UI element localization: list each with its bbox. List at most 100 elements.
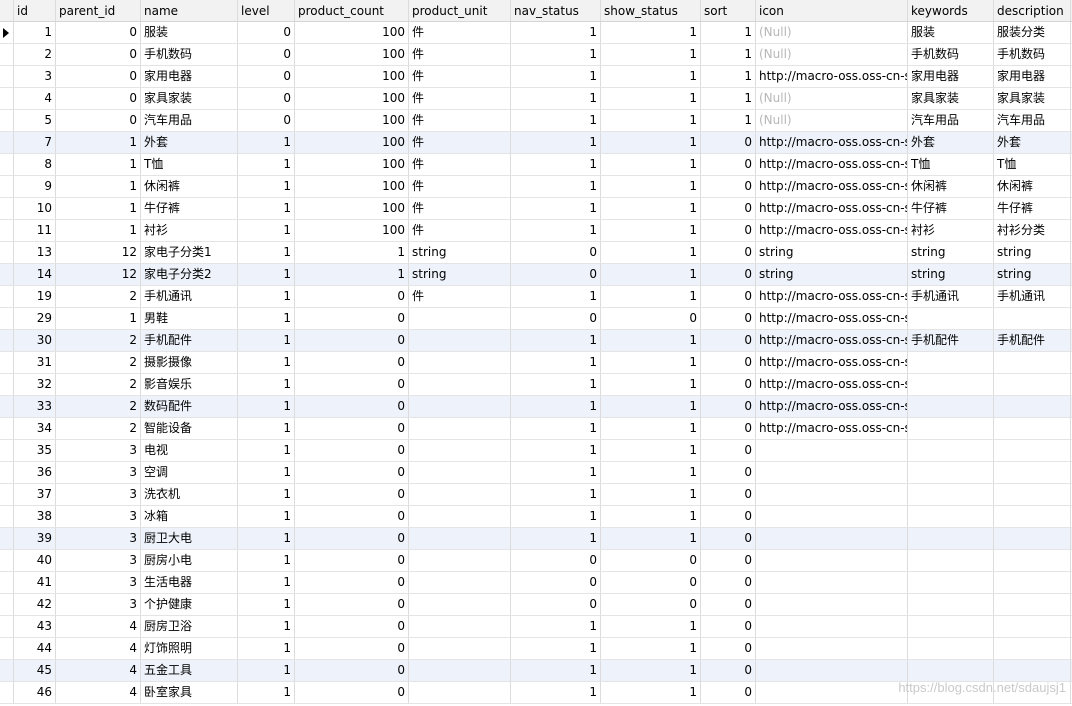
cell-id[interactable]: 44 xyxy=(14,638,56,659)
column-header-sort[interactable]: sort xyxy=(701,0,756,21)
cell-show-status[interactable]: 1 xyxy=(601,132,701,153)
row-indicator[interactable] xyxy=(0,616,14,637)
cell-product-unit[interactable]: 件 xyxy=(409,154,511,175)
cell-parent-id[interactable]: 3 xyxy=(56,550,141,571)
table-row[interactable]: 9 1 休闲裤 1 100 件 1 1 0 http://macro-oss.oss-cn-s 休闲… xyxy=(0,176,1072,198)
cell-description[interactable] xyxy=(994,396,1071,417)
cell-product-unit[interactable] xyxy=(409,660,511,681)
cell-name[interactable]: 休闲裤 xyxy=(141,176,238,197)
cell-id[interactable]: 34 xyxy=(14,418,56,439)
cell-keywords[interactable] xyxy=(908,660,994,681)
cell-name[interactable]: 外套 xyxy=(141,132,238,153)
cell-icon[interactable] xyxy=(756,440,908,461)
cell-level[interactable]: 1 xyxy=(238,198,295,219)
cell-name[interactable]: 衬衫 xyxy=(141,220,238,241)
cell-id[interactable]: 45 xyxy=(14,660,56,681)
row-indicator[interactable] xyxy=(0,462,14,483)
column-header-keywords[interactable]: keywords xyxy=(908,0,994,21)
cell-product-count[interactable]: 0 xyxy=(295,550,409,571)
cell-nav-status[interactable]: 1 xyxy=(511,198,601,219)
row-indicator[interactable] xyxy=(0,22,14,43)
cell-id[interactable]: 5 xyxy=(14,110,56,131)
table-row[interactable]: 19 2 手机通讯 1 0 件 1 1 0 http://macro-oss.oss-cn-s 手机… xyxy=(0,286,1072,308)
cell-show-status[interactable]: 1 xyxy=(601,352,701,373)
column-header-product-count[interactable]: product_count xyxy=(295,0,409,21)
table-row[interactable]: 35 3 电视 1 0 1 1 0 xyxy=(0,440,1072,462)
cell-sort[interactable]: 0 xyxy=(701,484,756,505)
cell-level[interactable]: 1 xyxy=(238,308,295,329)
cell-nav-status[interactable]: 1 xyxy=(511,66,601,87)
cell-sort[interactable]: 0 xyxy=(701,330,756,351)
column-header-nav-status[interactable]: nav_status xyxy=(511,0,601,21)
cell-product-count[interactable]: 100 xyxy=(295,88,409,109)
column-header-icon[interactable]: icon xyxy=(756,0,908,21)
cell-id[interactable]: 33 xyxy=(14,396,56,417)
cell-product-count[interactable]: 1 xyxy=(295,264,409,285)
cell-icon[interactable] xyxy=(756,638,908,659)
column-header-name[interactable]: name xyxy=(141,0,238,21)
cell-parent-id[interactable]: 2 xyxy=(56,374,141,395)
cell-nav-status[interactable]: 1 xyxy=(511,154,601,175)
table-row[interactable]: 39 3 厨卫大电 1 0 1 1 0 xyxy=(0,528,1072,550)
cell-icon[interactable]: (Null) xyxy=(756,44,908,65)
row-indicator[interactable] xyxy=(0,440,14,461)
cell-nav-status[interactable]: 0 xyxy=(511,550,601,571)
cell-sort[interactable]: 0 xyxy=(701,506,756,527)
cell-icon[interactable]: http://macro-oss.oss-cn-s xyxy=(756,220,908,241)
cell-id[interactable]: 38 xyxy=(14,506,56,527)
cell-icon[interactable]: (Null) xyxy=(756,22,908,43)
cell-description[interactable]: 服装分类 xyxy=(994,22,1071,43)
cell-nav-status[interactable]: 1 xyxy=(511,484,601,505)
table-row[interactable]: 45 4 五金工具 1 0 1 1 0 xyxy=(0,660,1072,682)
cell-keywords[interactable]: 衬衫 xyxy=(908,220,994,241)
cell-nav-status[interactable]: 0 xyxy=(511,594,601,615)
cell-product-count[interactable]: 0 xyxy=(295,616,409,637)
cell-show-status[interactable]: 1 xyxy=(601,242,701,263)
cell-product-count[interactable]: 100 xyxy=(295,44,409,65)
cell-product-count[interactable]: 0 xyxy=(295,330,409,351)
cell-icon[interactable] xyxy=(756,616,908,637)
cell-name[interactable]: 男鞋 xyxy=(141,308,238,329)
cell-parent-id[interactable]: 12 xyxy=(56,242,141,263)
cell-id[interactable]: 2 xyxy=(14,44,56,65)
cell-parent-id[interactable]: 2 xyxy=(56,396,141,417)
cell-level[interactable]: 1 xyxy=(238,528,295,549)
cell-parent-id[interactable]: 3 xyxy=(56,572,141,593)
cell-product-count[interactable]: 0 xyxy=(295,528,409,549)
cell-description[interactable]: 手机通讯 xyxy=(994,286,1071,307)
cell-nav-status[interactable]: 1 xyxy=(511,352,601,373)
cell-nav-status[interactable]: 1 xyxy=(511,682,601,703)
cell-name[interactable]: 灯饰照明 xyxy=(141,638,238,659)
row-indicator[interactable] xyxy=(0,528,14,549)
cell-product-unit[interactable] xyxy=(409,682,511,703)
cell-parent-id[interactable]: 3 xyxy=(56,462,141,483)
cell-show-status[interactable]: 1 xyxy=(601,154,701,175)
cell-nav-status[interactable]: 0 xyxy=(511,572,601,593)
cell-id[interactable]: 4 xyxy=(14,88,56,109)
cell-description[interactable]: string xyxy=(994,242,1071,263)
cell-level[interactable]: 1 xyxy=(238,594,295,615)
cell-level[interactable]: 1 xyxy=(238,286,295,307)
cell-id[interactable]: 29 xyxy=(14,308,56,329)
cell-level[interactable]: 1 xyxy=(238,374,295,395)
cell-parent-id[interactable]: 2 xyxy=(56,352,141,373)
cell-nav-status[interactable]: 0 xyxy=(511,308,601,329)
cell-description[interactable]: string xyxy=(994,264,1071,285)
cell-name[interactable]: 手机配件 xyxy=(141,330,238,351)
cell-show-status[interactable]: 1 xyxy=(601,682,701,703)
table-row[interactable]: 43 4 厨房卫浴 1 0 1 1 0 xyxy=(0,616,1072,638)
cell-icon[interactable] xyxy=(756,594,908,615)
table-row[interactable]: 32 2 影音娱乐 1 0 1 1 0 http://macro-oss.oss-cn-s xyxy=(0,374,1072,396)
cell-product-unit[interactable]: 件 xyxy=(409,22,511,43)
cell-keywords[interactable] xyxy=(908,396,994,417)
row-indicator[interactable] xyxy=(0,682,14,703)
cell-show-status[interactable]: 1 xyxy=(601,440,701,461)
cell-name[interactable]: 牛仔裤 xyxy=(141,198,238,219)
table-row[interactable]: 8 1 T恤 1 100 件 1 1 0 http://macro-oss.oss-cn-s T恤 T… xyxy=(0,154,1072,176)
cell-keywords[interactable] xyxy=(908,440,994,461)
cell-keywords[interactable]: 手机通讯 xyxy=(908,286,994,307)
table-row[interactable]: 34 2 智能设备 1 0 1 1 0 http://macro-oss.oss-cn-s xyxy=(0,418,1072,440)
cell-description[interactable] xyxy=(994,418,1071,439)
cell-nav-status[interactable]: 1 xyxy=(511,418,601,439)
cell-sort[interactable]: 0 xyxy=(701,418,756,439)
